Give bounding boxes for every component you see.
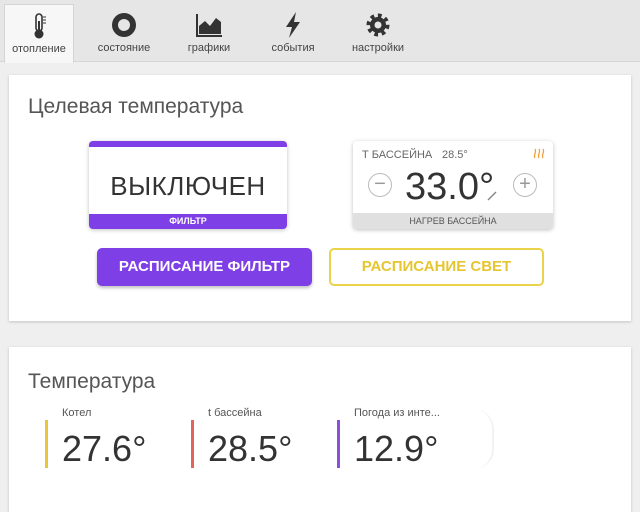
target-temperature-card: Целевая температура ВЫКЛЮЧЕН ФИЛЬТР Т БА… — [9, 75, 631, 321]
readout-label: t бассейна — [208, 407, 262, 419]
tab-settings[interactable]: настройки — [340, 4, 416, 62]
readout-value: 28.5° — [208, 428, 293, 469]
light-schedule-button[interactable]: РАСПИСАНИЕ СВЕТ — [329, 248, 544, 286]
pool-thermostat-widget: Т БАССЕЙНА 28.5° − 33.0° + НАГРЕВ БАССЕЙ… — [353, 141, 553, 229]
card-title: Целевая температура — [28, 95, 244, 118]
tab-label: события — [271, 42, 315, 54]
tab-heating[interactable]: отопление — [4, 4, 74, 63]
thermostat-label: НАГРЕВ БАССЕЙНА — [353, 213, 553, 229]
readout-label: Погода из инте... — [354, 407, 440, 419]
tab-label: отопление — [12, 43, 66, 55]
readout-value: 27.6° — [62, 428, 147, 469]
decrease-button[interactable]: − — [368, 173, 392, 197]
filter-accent-bar — [89, 141, 287, 147]
circle-status-icon — [112, 13, 136, 37]
tab-label: настройки — [351, 42, 405, 54]
filter-schedule-button[interactable]: РАСПИСАНИЕ ФИЛЬТР — [97, 248, 312, 286]
heating-waves-icon — [533, 148, 545, 159]
gear-icon — [366, 13, 390, 37]
tab-status[interactable]: состояние — [88, 4, 160, 62]
readout-color-bar — [45, 420, 48, 468]
temperature-card: Температура Котел 27.6° t бассейна 28.5°… — [9, 347, 631, 512]
top-navigation: отопление состояние графики события наст… — [0, 0, 640, 63]
card-title: Температура — [28, 370, 156, 393]
readout-color-bar — [191, 420, 194, 468]
filter-state: ВЫКЛЮЧЕН — [110, 171, 266, 201]
thermostat-current-value: 28.5° — [442, 149, 468, 161]
readout-label: Котел — [62, 407, 92, 419]
tab-label: состояние — [97, 42, 151, 54]
filter-widget[interactable]: ВЫКЛЮЧЕН ФИЛЬТР — [89, 141, 287, 229]
readout-color-bar — [337, 420, 340, 468]
pencil-icon[interactable] — [487, 191, 497, 201]
tab-label: графики — [187, 42, 231, 54]
tab-charts[interactable]: графики — [176, 4, 242, 62]
increase-button[interactable]: + — [513, 173, 537, 197]
chart-icon — [196, 14, 222, 37]
filter-label: ФИЛЬТР — [89, 214, 287, 229]
thermometer-icon — [34, 13, 46, 39]
thermostat-target-value: 33.0° — [405, 166, 495, 208]
decorative-arc — [474, 409, 494, 469]
lightning-icon — [286, 12, 300, 38]
readout-value: 12.9° — [354, 428, 439, 469]
thermostat-name: Т БАССЕЙНА — [362, 149, 433, 161]
tab-events[interactable]: события — [260, 4, 326, 62]
